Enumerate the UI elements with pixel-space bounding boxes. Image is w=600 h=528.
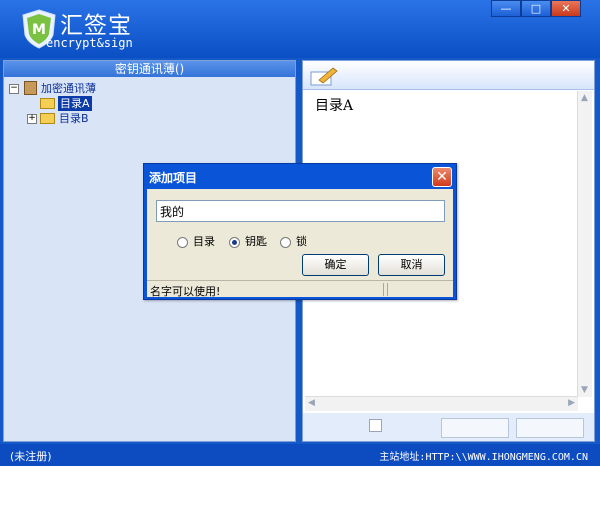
tree-item-label: 目录B [59,112,89,125]
footer-button-1[interactable] [441,418,509,438]
dialog-status-bar: 名字可以使用! [147,280,453,298]
radio-label: 目录 [193,235,215,248]
folder-icon [40,113,55,124]
note-pencil-icon [310,67,338,86]
add-item-dialog: 添加项目 ✕ 目录 钥匙 锁 确定 取消 名字可以使用! [143,163,457,300]
footer-checkbox[interactable] [369,419,382,432]
dialog-title: 添加项目 [149,171,198,185]
maximize-button[interactable]: □ [521,0,551,17]
close-button[interactable]: ✕ [551,0,581,17]
status-pane [387,283,452,296]
dialog-close-button[interactable]: ✕ [432,167,452,187]
dialog-status-text: 名字可以使用! [150,285,221,298]
folder-icon [40,98,55,109]
scroll-down-icon[interactable]: ▼ [581,385,588,395]
content-title: 目录A [315,98,354,114]
radio-button-icon[interactable] [280,236,291,248]
radio-directory[interactable]: 目录 [177,233,215,249]
ok-button[interactable]: 确定 [302,254,369,276]
tree-item-label: 加密通讯薄 [41,82,96,95]
tree-item-label: 目录A [58,96,92,111]
expand-icon[interactable]: + [27,114,37,124]
website-address[interactable]: 主站地址:HTTP:\\WWW.IHONGMENG.COM.CN [379,448,588,463]
scroll-right-icon[interactable]: ▶ [568,398,575,408]
radio-button-icon[interactable] [229,236,240,248]
dialog-body: 目录 钥匙 锁 确定 取消 名字可以使用! [147,189,453,298]
scroll-left-icon[interactable]: ◀ [308,398,315,408]
horizontal-scrollbar[interactable]: ◀ ▶ [305,396,578,411]
registration-status: (未注册) [10,450,52,463]
minimize-button[interactable]: — [491,0,521,17]
vertical-scrollbar[interactable]: ▲ ▼ [577,91,592,397]
radio-key[interactable]: 钥匙 [229,233,267,249]
tree-item-root[interactable]: − 加密通讯薄 [8,81,128,96]
scroll-up-icon[interactable]: ▲ [581,93,588,103]
cancel-button[interactable]: 取消 [378,254,445,276]
tree-item-dir-b[interactable]: + 目录B [8,111,128,126]
content-footer [303,413,594,441]
status-divider [383,283,384,296]
address-book-icon [24,81,37,95]
radio-lock[interactable]: 锁 [280,233,307,249]
radio-button-icon[interactable] [177,236,188,248]
address-book-header: 密钥通讯薄() [4,61,295,77]
tree-item-dir-a[interactable]: 目录A [8,96,128,111]
collapse-icon[interactable]: − [9,84,19,94]
footer-button-2[interactable] [516,418,584,438]
app-subtitle: encrypt&sign [46,36,133,50]
status-bar: (未注册) 主站地址:HTTP:\\WWW.IHONGMENG.COM.CN [0,444,600,466]
radio-label: 钥匙 [245,235,267,248]
app-title: 汇签宝 [60,13,132,39]
radio-label: 锁 [296,235,307,248]
item-name-input[interactable] [156,200,445,222]
title-bar[interactable]: M 汇签宝 encrypt&sign — □ ✕ [0,0,600,58]
svg-text:M: M [32,22,46,38]
content-header [303,61,594,90]
